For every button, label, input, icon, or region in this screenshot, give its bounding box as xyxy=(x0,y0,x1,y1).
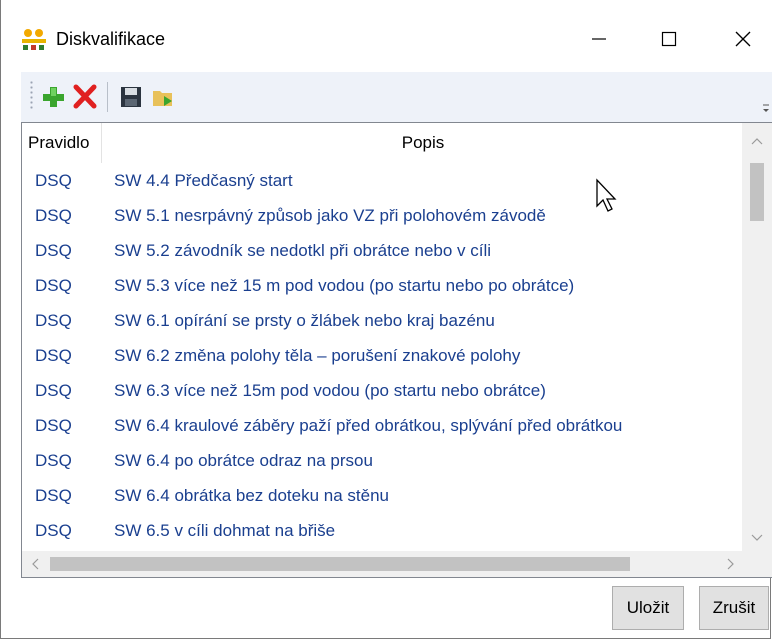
disqualification-grid[interactable]: Pravidlo Popis DSQ SW 4.4 Předčasný start… xyxy=(21,122,772,578)
toolbar-grip[interactable] xyxy=(30,80,33,110)
grid-rows: DSQ SW 4.4 Předčasný start DSQ SW 5.1 nesrp… xyxy=(22,163,744,548)
delete-icon xyxy=(73,84,97,109)
description-cell: SW 5.3 více než 15 m pod vodou (po start… xyxy=(114,275,575,295)
column-header-rule[interactable]: Pravidlo xyxy=(22,123,102,163)
table-row[interactable]: DSQ SW 5.3 více než 15 m pod vodou (po st… xyxy=(22,268,744,303)
table-row[interactable]: DSQ SW 6.5 v cíli dohmat na břiše xyxy=(22,513,744,548)
rule-cell: DSQ xyxy=(35,240,72,260)
scrollbar-corner xyxy=(742,551,772,577)
rule-cell: DSQ xyxy=(35,485,72,505)
table-row[interactable]: DSQ SW 4.4 Předčasný start xyxy=(22,163,744,198)
load-icon xyxy=(153,91,172,106)
description-cell: SW 4.4 Předčasný start xyxy=(114,170,293,190)
description-cell: SW 6.4 po obrátce odraz na prsou xyxy=(114,450,373,470)
close-icon xyxy=(735,31,751,47)
table-row[interactable]: DSQ SW 6.4 po obrátce odraz na prsou xyxy=(22,443,744,478)
rule-cell: DSQ xyxy=(35,310,72,330)
table-row[interactable]: DSQ SW 5.2 závodník se nedotkl při obrátc… xyxy=(22,233,744,268)
rule-cell: DSQ xyxy=(35,520,72,540)
horizontal-scrollbar[interactable] xyxy=(22,551,744,577)
add-button[interactable] xyxy=(37,81,69,113)
vertical-scrollbar[interactable] xyxy=(742,123,772,553)
add-icon xyxy=(43,87,64,107)
description-cell: SW 5.2 závodník se nedotkl při obrátce n… xyxy=(114,240,492,260)
rule-cell: DSQ xyxy=(35,345,72,365)
table-row[interactable]: DSQ SW 6.4 obrátka bez doteku na stěnu xyxy=(22,478,744,513)
rule-cell: DSQ xyxy=(35,170,72,190)
close-button[interactable] xyxy=(713,12,772,66)
toolbar-overflow-button[interactable] xyxy=(761,100,771,114)
scroll-up-icon[interactable] xyxy=(742,125,772,157)
save-toolbar-button[interactable] xyxy=(115,81,147,113)
description-cell: SW 6.4 kraulové záběry paží před obrátko… xyxy=(114,415,623,435)
table-row[interactable]: DSQ SW 5.1 nesrpávný způsob jako VZ při p… xyxy=(22,198,744,233)
description-cell: SW 6.1 opírání se prsty o žlábek nebo kr… xyxy=(114,310,495,330)
dialog-window: Diskvalifikace Pravidlo Popis DSQ SW 4.4… xyxy=(0,0,772,639)
rule-cell: DSQ xyxy=(35,450,72,470)
app-icon xyxy=(21,27,47,51)
table-row[interactable]: DSQ SW 6.4 kraulové záběry paží před obrá… xyxy=(22,408,744,443)
table-row[interactable]: DSQ SW 6.3 více než 15m pod vodou (po sta… xyxy=(22,373,744,408)
window-title: Diskvalifikace xyxy=(56,29,166,49)
rule-cell: DSQ xyxy=(35,380,72,400)
scroll-down-icon[interactable] xyxy=(742,523,772,553)
cancel-button[interactable]: Zrušit xyxy=(699,586,769,630)
delete-button[interactable] xyxy=(69,81,101,113)
minimize-button[interactable] xyxy=(569,12,629,66)
table-row[interactable]: DSQ SW 6.1 opírání se prsty o žlábek nebo… xyxy=(22,303,744,338)
description-cell: SW 5.1 nesrpávný způsob jako VZ při polo… xyxy=(114,205,546,225)
maximize-icon xyxy=(661,31,677,47)
toolbar xyxy=(21,72,772,122)
scroll-right-icon[interactable] xyxy=(718,551,744,577)
horizontal-scroll-thumb[interactable] xyxy=(50,557,630,571)
toolbar-separator xyxy=(107,82,108,112)
save-button[interactable]: Uložit xyxy=(612,586,684,630)
minimize-icon xyxy=(592,38,606,40)
load-button[interactable] xyxy=(147,81,179,113)
description-cell: SW 6.2 změna polohy těla – porušení znak… xyxy=(114,345,521,365)
save-icon xyxy=(121,87,141,107)
rule-cell: DSQ xyxy=(35,205,72,225)
grid-header: Pravidlo Popis xyxy=(22,123,744,163)
description-cell: SW 6.5 v cíli dohmat na břiše xyxy=(114,520,336,540)
description-cell: SW 6.4 obrátka bez doteku na stěnu xyxy=(114,485,390,505)
table-row[interactable]: DSQ SW 6.2 změna polohy těla – porušení z… xyxy=(22,338,744,373)
column-header-description[interactable]: Popis xyxy=(102,123,744,163)
maximize-button[interactable] xyxy=(639,12,699,66)
scroll-left-icon[interactable] xyxy=(22,551,48,577)
title-bar: Diskvalifikace xyxy=(1,0,772,72)
overflow-chevron-icon xyxy=(763,104,769,112)
mouse-cursor-icon xyxy=(595,178,619,214)
rule-cell: DSQ xyxy=(35,415,72,435)
description-cell: SW 6.3 více než 15m pod vodou (po startu… xyxy=(114,380,546,400)
rule-cell: DSQ xyxy=(35,275,72,295)
vertical-scroll-thumb[interactable] xyxy=(750,163,764,221)
